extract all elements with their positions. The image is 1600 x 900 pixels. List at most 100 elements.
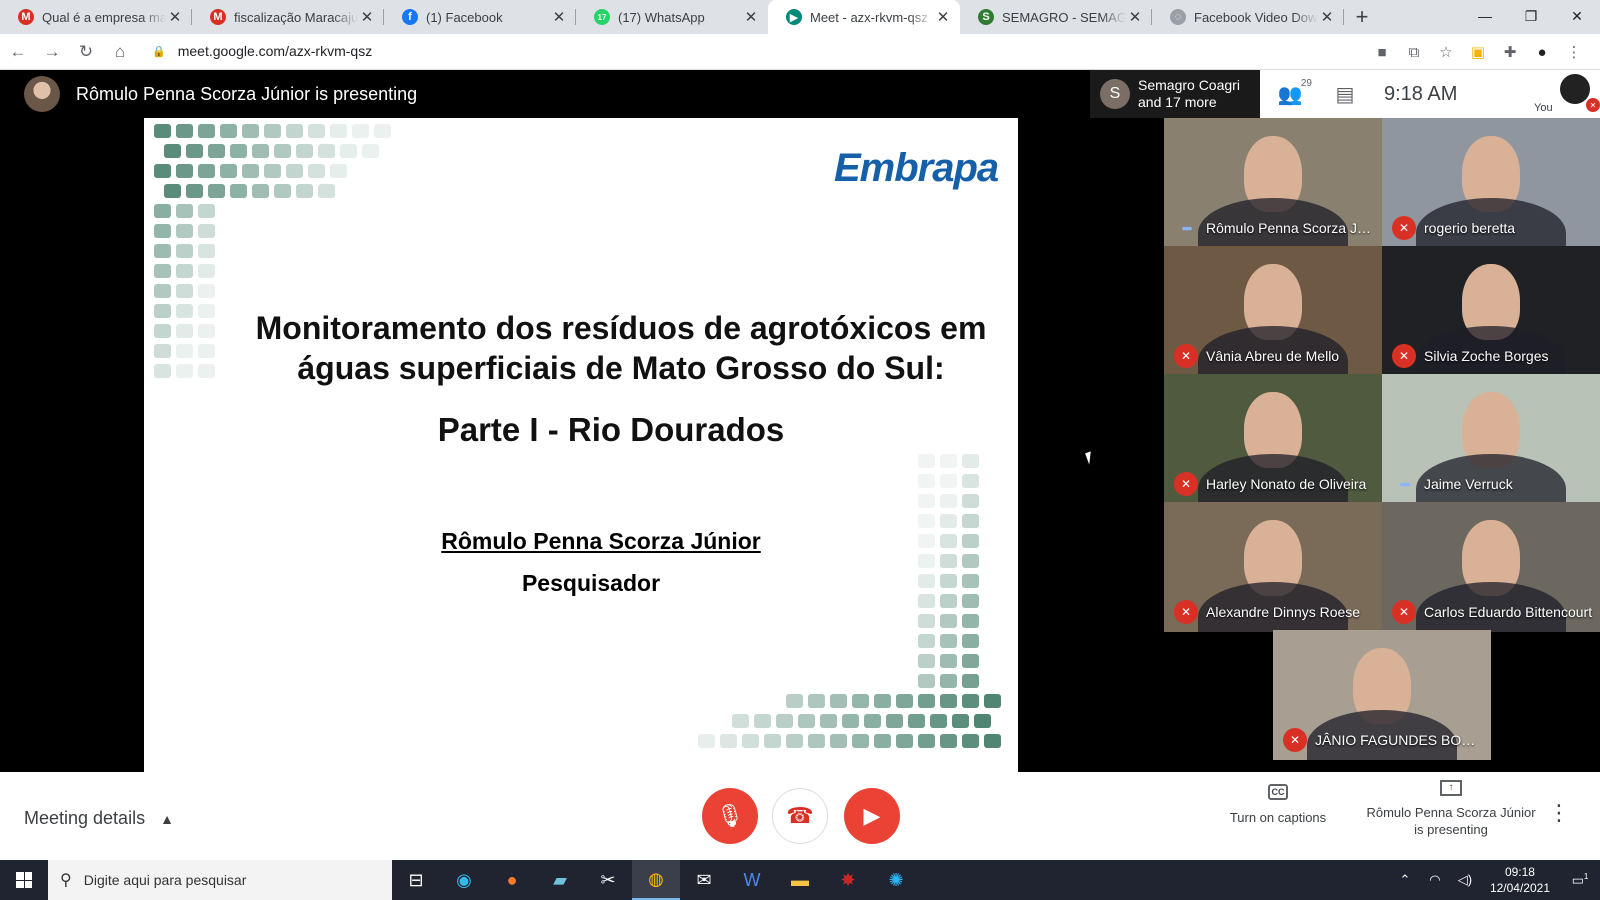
decoration-square <box>176 224 193 238</box>
taskbar-search[interactable]: ⚲ Digite aqui para pesquisar <box>48 860 392 900</box>
camera-toggle-button[interactable]: ▶ <box>844 788 900 844</box>
mail-icon[interactable]: ✉ <box>680 860 728 900</box>
maximize-button[interactable]: ❐ <box>1508 0 1554 32</box>
translate-icon[interactable]: ⧉ <box>1398 36 1430 68</box>
firefox-icon[interactable]: ● <box>488 860 536 900</box>
slide-title: Monitoramento dos resíduos de agrotóxico… <box>144 308 1018 388</box>
decoration-square <box>940 734 957 748</box>
decoration-square <box>154 264 171 278</box>
participant-tile[interactable]: ✕ Carlos Eduardo Bittencourt <box>1382 502 1600 632</box>
tray-clock[interactable]: 09:18 12/04/2021 <box>1490 864 1550 896</box>
decoration-square <box>164 144 181 158</box>
meeting-details-button[interactable]: Meeting details ▲ <box>24 808 174 829</box>
app-icon[interactable]: ▰ <box>536 860 584 900</box>
network-icon[interactable]: ◠ <box>1420 872 1450 888</box>
participant-tile[interactable]: ✕ Harley Nonato de Oliveira <box>1164 374 1382 504</box>
close-tab-icon[interactable]: ✕ <box>358 8 376 26</box>
leave-call-button[interactable]: ☎ <box>772 788 828 844</box>
tab-title: fiscalização Maracaju - se <box>234 9 358 25</box>
browser-tab[interactable]: ▶ Meet - azx-rkvm-qsz ✕ <box>768 0 960 34</box>
participant-tile[interactable]: ••• Jaime Verruck <box>1382 374 1600 504</box>
browser-tab[interactable]: M Qual é a empresa mais p✕ <box>0 0 192 34</box>
decoration-square <box>786 734 803 748</box>
participant-tile[interactable]: ✕ Silvia Zoche Borges <box>1382 246 1600 376</box>
participant-name: Silvia Zoche Borges <box>1424 348 1549 364</box>
participant-tile[interactable]: ✕ Vânia Abreu de Mello <box>1164 246 1382 376</box>
other-participants-chip[interactable]: S Semagro Coagri and 17 more <box>1090 70 1260 118</box>
puzzle-icon[interactable]: ✚ <box>1494 36 1526 68</box>
close-window-button[interactable]: ✕ <box>1554 0 1600 32</box>
participant-tile[interactable]: ••• Rômulo Penna Scorza Jú... <box>1164 118 1382 248</box>
snipping-tool-icon[interactable]: ✂ <box>584 860 632 900</box>
extension-yellow-icon[interactable]: ▣ <box>1462 36 1494 68</box>
participant-grid: ••• Rômulo Penna Scorza Jú... ✕ rogerio ber… <box>1164 118 1600 772</box>
search-icon: ⚲ <box>60 872 72 889</box>
camera-icon[interactable]: ■ <box>1366 36 1398 68</box>
new-tab-button[interactable]: + <box>1344 0 1380 34</box>
window-controls: — ❐ ✕ <box>1462 0 1600 34</box>
game-icon[interactable]: ✸ <box>824 860 872 900</box>
decoration-square <box>754 714 771 728</box>
volume-icon[interactable]: ◁) <box>1450 872 1480 888</box>
participant-name: rogerio beretta <box>1424 220 1516 236</box>
decoration-square <box>308 124 325 138</box>
close-tab-icon[interactable]: ✕ <box>166 8 184 26</box>
decoration-square <box>940 674 957 688</box>
decoration-square <box>962 654 979 668</box>
browser-tab[interactable]: S SEMAGRO - SEMAGRO✕ <box>960 0 1152 34</box>
file-explorer-icon[interactable]: ▬ <box>776 860 824 900</box>
bookmark-star-icon[interactable]: ☆ <box>1430 36 1462 68</box>
decoration-square <box>230 184 247 198</box>
tab-title: Facebook Video Downlo <box>1194 9 1318 25</box>
close-tab-icon[interactable]: ✕ <box>550 8 568 26</box>
decoration-square <box>154 124 171 138</box>
show-hidden-icons[interactable]: ⌃ <box>1390 872 1420 888</box>
edge-icon[interactable]: ◉ <box>440 860 488 900</box>
windows-taskbar: ⚲ Digite aqui para pesquisar ⊟ ◉ ● ▰ ✂ ◍… <box>0 860 1600 900</box>
participant-tile[interactable]: ✕ JÂNIO FAGUNDES BORG... <box>1273 630 1491 760</box>
chrome-menu-icon[interactable]: ⋮ <box>1558 36 1590 68</box>
minimize-button[interactable]: — <box>1462 0 1508 32</box>
participant-tile[interactable]: ✕ rogerio beretta <box>1382 118 1600 248</box>
forward-button[interactable]: → <box>36 36 68 68</box>
close-tab-icon[interactable]: ✕ <box>1126 8 1144 26</box>
notifications-icon[interactable]: ▭1 <box>1560 872 1600 888</box>
back-button[interactable]: ← <box>2 36 34 68</box>
home-button[interactable]: ⌂ <box>104 36 136 68</box>
participants-count: 29 <box>1300 77 1312 89</box>
network-app-icon[interactable]: ✺ <box>872 860 920 900</box>
people-button[interactable]: 👥 29 <box>1260 78 1320 107</box>
close-tab-icon[interactable]: ✕ <box>934 8 952 26</box>
chat-icon[interactable]: ▤ <box>1320 82 1370 107</box>
decoration-square <box>220 124 237 138</box>
decoration-square <box>330 124 347 138</box>
close-tab-icon[interactable]: ✕ <box>742 8 760 26</box>
decoration-square <box>974 714 991 728</box>
close-tab-icon[interactable]: ✕ <box>1318 8 1336 26</box>
present-screen-icon: ↑ <box>1440 780 1462 796</box>
meet-header-tools: 👥 29 ▤ 9:18 AM You ✕ <box>1260 70 1600 118</box>
browser-tab[interactable]: Mfiscalização Maracaju - se✕ <box>192 0 384 34</box>
participant-tile[interactable]: ✕ Alexandre Dinnys Roese <box>1164 502 1382 632</box>
reload-button[interactable]: ↻ <box>70 36 102 68</box>
microphone-toggle-button[interactable]: 🎙 <box>702 788 758 844</box>
profile-avatar-icon[interactable]: ● <box>1526 36 1558 68</box>
decoration-square <box>176 284 193 298</box>
chrome-icon[interactable]: ◍ <box>632 860 680 900</box>
browser-tab[interactable]: ◌ Facebook Video Downlo✕ <box>1152 0 1344 34</box>
decoration-square <box>230 144 247 158</box>
url-field[interactable]: 🔒 meet.google.com/azx-rkvm-qsz <box>140 36 1400 66</box>
decoration-square <box>918 674 935 688</box>
task-view-icon[interactable]: ⊟ <box>392 860 440 900</box>
decoration-square <box>198 244 215 258</box>
word-icon[interactable]: W <box>728 860 776 900</box>
decoration-square <box>286 164 303 178</box>
more-options-icon[interactable]: ⋮ <box>1548 800 1570 826</box>
self-view[interactable]: You ✕ <box>1534 74 1600 114</box>
start-button[interactable] <box>0 860 48 900</box>
browser-tab[interactable]: f (1) Facebook ✕ <box>384 0 576 34</box>
captions-button[interactable]: CC Turn on captions <box>1218 784 1338 825</box>
participant-name: Alexandre Dinnys Roese <box>1206 604 1361 620</box>
presentation-button[interactable]: ↑ Rômulo Penna Scorza Júnior is presenti… <box>1356 780 1546 838</box>
browser-tab[interactable]: 17 (17) WhatsApp ✕ <box>576 0 768 34</box>
